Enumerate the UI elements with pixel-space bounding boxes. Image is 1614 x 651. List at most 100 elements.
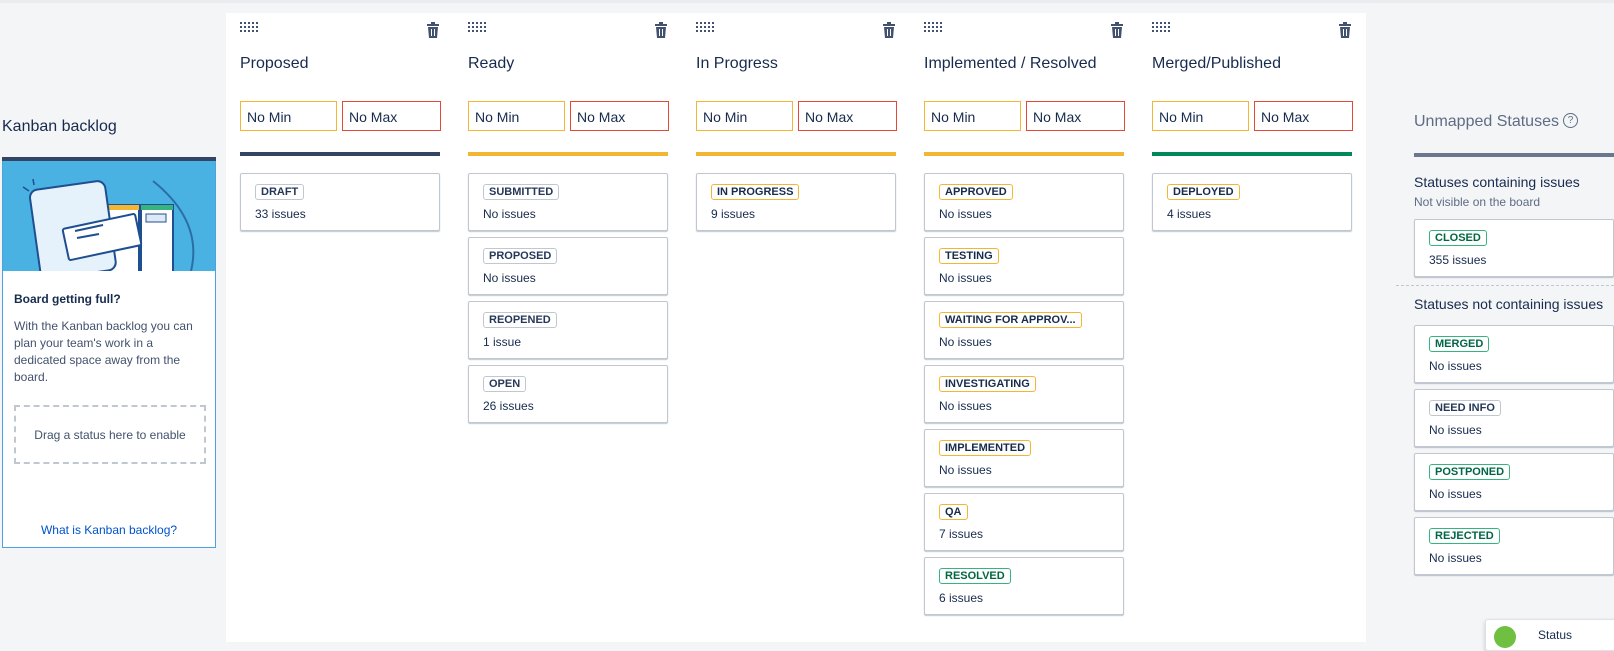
max-limit-input[interactable]: No Max [1026,101,1125,131]
status-lozenge: RESOLVED [939,568,1011,584]
issue-count: No issues [483,271,536,285]
board-column: Ready No Min No Max SUBMITTED No issues PROPO… [454,13,682,642]
status-lozenge: IN PROGRESS [711,184,800,200]
drag-handle-icon[interactable] [924,22,944,34]
issue-count: 33 issues [255,207,306,221]
statuses-with-issues-heading: Statuses containing issues [1414,174,1580,190]
issue-count: No issues [939,207,992,221]
add-status-label: Status [1538,628,1573,642]
issue-count: No issues [939,271,992,285]
status-lozenge: INVESTIGATING [939,376,1036,392]
status-card[interactable]: REJECTED No issues [1414,517,1614,575]
issue-count: No issues [483,207,536,221]
column-category-bar [924,152,1124,156]
kanban-backlog-category-bar [2,157,216,161]
trash-icon[interactable] [1110,22,1124,38]
status-card[interactable]: CLOSED 355 issues [1414,219,1614,277]
add-status-button[interactable]: Status [1485,619,1614,651]
board-column: Proposed No Min No Max DRAFT 33 issues [226,13,454,642]
status-lozenge: REOPENED [483,312,557,328]
status-lozenge: POSTPONED [1429,464,1511,480]
status-card[interactable]: SUBMITTED No issues [468,173,668,231]
status-lozenge: MERGED [1429,336,1490,352]
column-title: In Progress [696,55,778,72]
issue-count: No issues [1429,359,1482,373]
max-limit-input[interactable]: No Max [798,101,897,131]
min-limit-input[interactable]: No Min [1152,101,1249,131]
status-card[interactable]: NEED INFO No issues [1414,389,1614,447]
question-circle-icon[interactable]: ? [1562,113,1578,128]
drop-zone-label: Drag a status here to enable [34,427,186,442]
status-card[interactable]: REOPENED 1 issue [468,301,668,359]
board-column: In Progress No Min No Max IN PROGRESS 9 issu… [682,13,910,642]
trash-icon[interactable] [1338,22,1352,38]
status-card[interactable]: RESOLVED 6 issues [924,557,1124,615]
status-card[interactable]: DEPLOYED 4 issues [1152,173,1352,231]
status-card[interactable]: POSTPONED No issues [1414,453,1614,511]
column-title: Implemented / Resolved [924,55,1097,72]
column-category-bar [1152,152,1352,156]
drag-handle-icon[interactable] [1152,22,1172,34]
unmapped-bar [1414,153,1614,157]
status-card[interactable]: PROPOSED No issues [468,237,668,295]
max-limit-input[interactable]: No Max [1254,101,1353,131]
issue-count: 7 issues [939,527,984,541]
trash-icon[interactable] [426,22,440,38]
issue-count: 4 issues [1167,207,1212,221]
kanban-backlog-drop-zone[interactable]: Drag a status here to enable [14,405,206,464]
kanban-backlog-description: With the Kanban backlog you can plan you… [14,319,193,384]
section-divider [1396,285,1614,286]
trash-icon[interactable] [882,22,896,38]
status-lozenge: DEPLOYED [1167,184,1240,200]
max-limit-input[interactable]: No Max [342,101,441,131]
min-limit-input[interactable]: No Min [924,101,1021,131]
column-title: Merged/Published [1152,55,1281,72]
issue-count: No issues [939,463,992,477]
kanban-backlog-help-link[interactable]: What is Kanban backlog? [3,523,215,537]
status-lozenge: PROPOSED [483,248,558,264]
top-border [0,0,1614,3]
board-column: Implemented / Resolved No Min No Max APPROV… [910,13,1138,642]
issue-count: 1 issue [483,335,522,349]
drag-handle-icon[interactable] [240,22,260,34]
min-limit-input[interactable]: No Min [468,101,565,131]
status-card[interactable]: QA 7 issues [924,493,1124,551]
status-card[interactable]: MERGED No issues [1414,325,1614,383]
statuses-without-issues-heading: Statuses not containing issues [1414,296,1604,312]
status-card[interactable]: IN PROGRESS 9 issues [696,173,896,231]
kanban-backlog-title: Kanban backlog [2,118,117,135]
status-card[interactable]: APPROVED No issues [924,173,1124,231]
kanban-backlog-panel: Board getting full? With the Kanban back… [2,157,216,548]
drag-handle-icon[interactable] [468,22,488,34]
status-card[interactable]: OPEN 26 issues [468,365,668,423]
status-lozenge: DRAFT [255,184,305,200]
issue-count: No issues [939,399,992,413]
status-card[interactable]: IMPLEMENTED No issues [924,429,1124,487]
issue-count: No issues [1429,487,1482,501]
min-limit-input[interactable]: No Min [696,101,793,131]
status-card[interactable]: INVESTIGATING No issues [924,365,1124,423]
trash-icon[interactable] [654,22,668,38]
issue-count: No issues [939,335,992,349]
status-card[interactable]: WAITING FOR APPROV... No issues [924,301,1124,359]
unmapped-title: Unmapped Statuses? [1414,113,1578,131]
max-limit-input[interactable]: No Max [570,101,669,131]
issue-count: 26 issues [483,399,534,413]
min-limit-input[interactable]: No Min [240,101,337,131]
issue-count: 355 issues [1429,253,1487,267]
column-category-bar [696,152,896,156]
unmapped-statuses-panel: Unmapped Statuses? Statuses containing i… [1396,13,1614,642]
issue-count: No issues [1429,423,1482,437]
column-title: Proposed [240,55,309,72]
status-lozenge: APPROVED [939,184,1013,200]
status-card[interactable]: TESTING No issues [924,237,1124,295]
drag-handle-icon[interactable] [696,22,716,34]
status-lozenge: CLOSED [1429,230,1487,246]
board-column: Merged/Published No Min No Max DEPLOYED 4 is… [1138,13,1366,642]
status-lozenge: OPEN [483,376,527,392]
status-lozenge: NEED INFO [1429,400,1501,416]
status-card[interactable]: DRAFT 33 issues [240,173,440,231]
status-lozenge: SUBMITTED [483,184,560,200]
column-category-bar [468,152,668,156]
status-lozenge: TESTING [939,248,999,264]
